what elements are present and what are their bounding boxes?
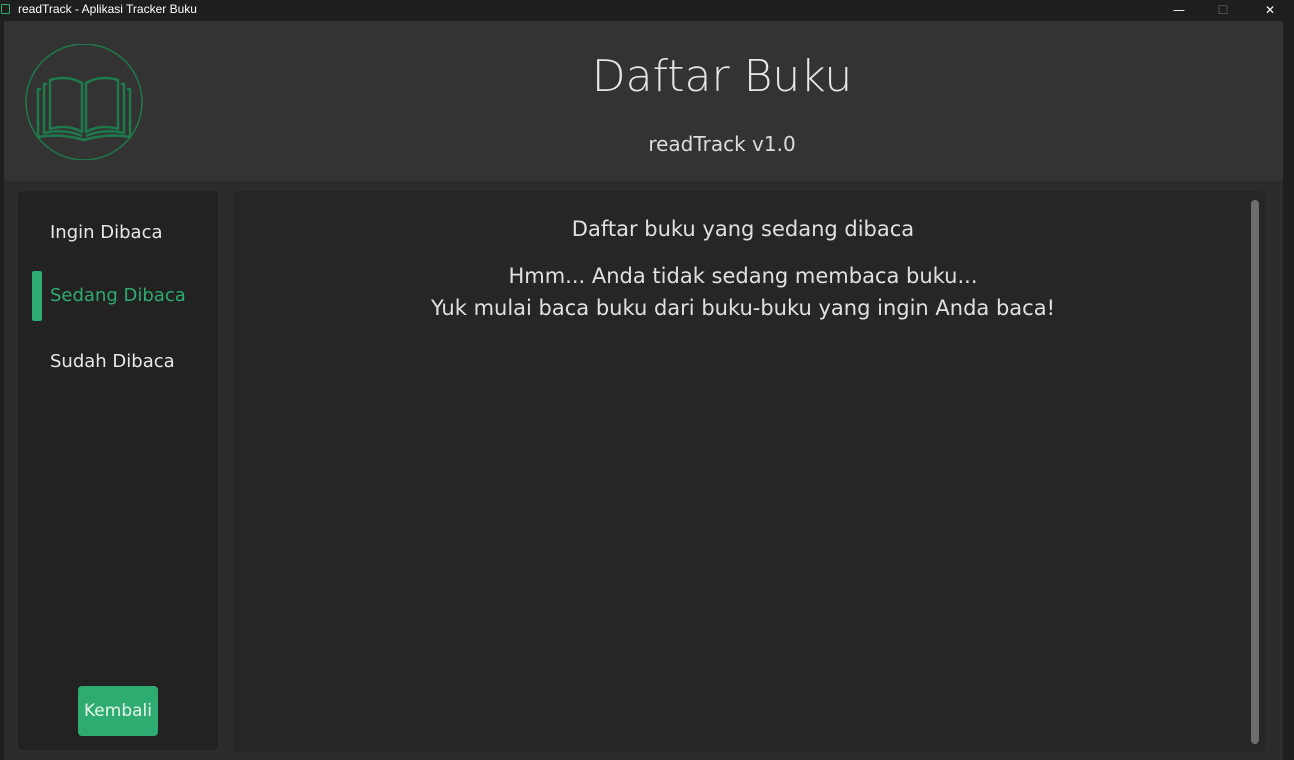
maximize-button[interactable]: ☐	[1200, 0, 1246, 20]
app-window: Daftar Buku readTrack v1.0 Ingin Dibaca …	[4, 21, 1283, 760]
header: Daftar Buku readTrack v1.0	[4, 21, 1283, 181]
close-button[interactable]: ✕	[1247, 0, 1293, 20]
sidebar-item-sedang-dibaca[interactable]: Sedang Dibaca	[32, 271, 212, 321]
sidebar-item-label: Ingin Dibaca	[50, 222, 163, 243]
open-book-icon	[25, 44, 143, 160]
list-heading: Daftar buku yang sedang dibaca	[571, 217, 915, 241]
app-version: readTrack v1.0	[648, 132, 796, 156]
active-indicator	[32, 271, 42, 321]
sidebar-item-label: Sedang Dibaca	[50, 285, 186, 306]
empty-state-hint: Yuk mulai baca buku dari buku-buku yang …	[431, 296, 1055, 320]
sidebar-item-sudah-dibaca[interactable]: Sudah Dibaca	[32, 337, 212, 387]
book-list-panel: Daftar buku yang sedang dibaca Hmm... An…	[233, 191, 1265, 752]
active-indicator	[32, 337, 42, 387]
vertical-scrollbar[interactable]	[1251, 200, 1259, 744]
title-bar: readTrack - Aplikasi Tracker Buku — ☐ ✕	[0, 0, 1294, 20]
page-title: Daftar Buku	[591, 51, 853, 102]
sidebar-item-label: Sudah Dibaca	[50, 351, 175, 372]
active-indicator	[32, 208, 42, 258]
sidebar: Ingin Dibaca Sedang Dibaca Sudah Dibaca …	[18, 191, 218, 750]
minimize-button[interactable]: —	[1156, 0, 1202, 20]
app-icon	[1, 4, 10, 14]
window-title: readTrack - Aplikasi Tracker Buku	[18, 2, 197, 16]
sidebar-item-ingin-dibaca[interactable]: Ingin Dibaca	[32, 208, 212, 258]
back-button[interactable]: Kembali	[78, 686, 158, 736]
empty-state-message: Hmm... Anda tidak sedang membaca buku...	[508, 264, 978, 288]
